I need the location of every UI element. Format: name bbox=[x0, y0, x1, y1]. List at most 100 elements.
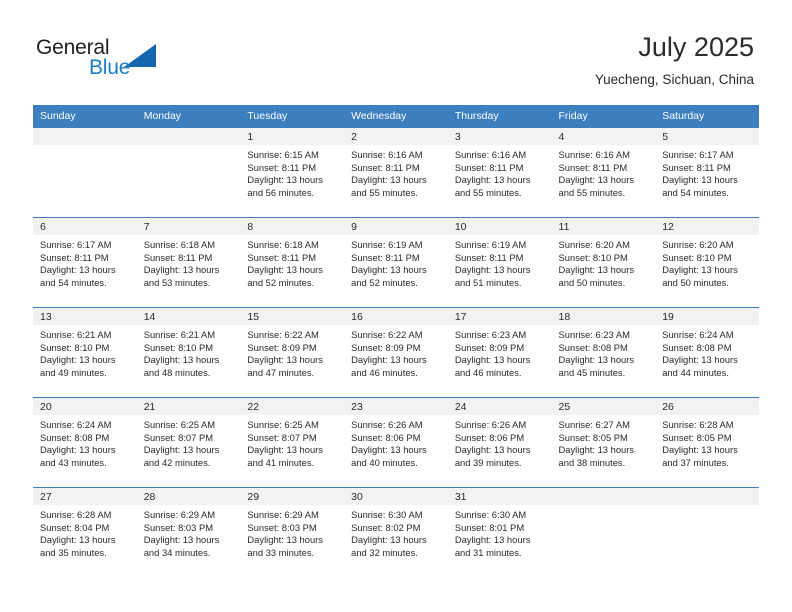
calendar-day-cell[interactable]: 30 Sunrise: 6:30 AM Sunset: 8:02 PM Dayligh… bbox=[344, 487, 448, 578]
daylight-text-line1: Daylight: 13 hours bbox=[247, 354, 323, 366]
sunrise-text: Sunrise: 6:16 AM bbox=[558, 149, 630, 160]
sunset-text: Sunset: 8:11 PM bbox=[351, 161, 420, 173]
day-details: Sunrise: 6:17 AM Sunset: 8:11 PM Daylight:… bbox=[655, 145, 759, 199]
calendar-week-row: 1 Sunrise: 6:15 AM Sunset: 8:11 PM Daylight… bbox=[33, 127, 759, 218]
sunrise-text: Sunrise: 6:20 AM bbox=[662, 239, 734, 250]
calendar-day-cell[interactable]: 5 Sunrise: 6:17 AM Sunset: 8:11 PM Daylight… bbox=[655, 127, 759, 218]
calendar-day-cell[interactable]: 2 Sunrise: 6:16 AM Sunset: 8:11 PM Daylight… bbox=[344, 127, 448, 218]
calendar-page: General Blue July 2025 Yuecheng, Sichuan… bbox=[0, 0, 792, 612]
calendar-day-cell[interactable]: 29 Sunrise: 6:29 AM Sunset: 8:03 PM Dayligh… bbox=[240, 487, 345, 578]
calendar-day-cell[interactable]: 4 Sunrise: 6:16 AM Sunset: 8:11 PM Daylight… bbox=[551, 127, 656, 218]
sunrise-text: Sunrise: 6:30 AM bbox=[351, 509, 423, 520]
sunrise-text: Sunrise: 6:23 AM bbox=[454, 329, 527, 340]
calendar-day-cell[interactable]: 3 Sunrise: 6:16 AM Sunset: 8:11 PM Daylight… bbox=[447, 127, 552, 218]
sunrise-text: Sunrise: 6:28 AM bbox=[662, 419, 734, 430]
day-details: Sunrise: 6:28 AM Sunset: 8:04 PM Daylight:… bbox=[33, 505, 137, 559]
calendar-day-cell[interactable]: 6 Sunrise: 6:17 AM Sunset: 8:11 PM Daylight… bbox=[33, 217, 137, 308]
weekday-header-row: Sunday Monday Tuesday Wednesday Thursday… bbox=[33, 105, 759, 128]
sunset-text: Sunset: 8:11 PM bbox=[247, 251, 317, 263]
calendar-day-cell[interactable]: 16 Sunrise: 6:22 AM Sunset: 8:09 PM Dayligh… bbox=[344, 307, 448, 398]
day-number: 25 bbox=[551, 398, 656, 415]
daylight-text-line2: and 37 minutes. bbox=[662, 456, 729, 468]
calendar-day-cell[interactable]: 8 Sunrise: 6:18 AM Sunset: 8:11 PM Daylight… bbox=[240, 217, 345, 308]
daylight-text-line2: and 51 minutes. bbox=[454, 276, 522, 288]
calendar-day-cell[interactable]: 1 Sunrise: 6:15 AM Sunset: 8:11 PM Daylight… bbox=[240, 127, 345, 218]
calendar-day-cell[interactable]: 13 Sunrise: 6:21 AM Sunset: 8:10 PM Dayligh… bbox=[33, 307, 137, 398]
day-number: 6 bbox=[33, 218, 137, 235]
weekday-header-friday: Friday bbox=[551, 105, 656, 128]
daylight-text-line2: and 33 minutes. bbox=[247, 546, 315, 558]
day-number bbox=[136, 128, 241, 145]
daylight-text-line2: and 43 minutes. bbox=[40, 456, 107, 468]
day-number: 9 bbox=[344, 218, 448, 235]
daylight-text-line1: Daylight: 13 hours bbox=[247, 174, 323, 186]
calendar-day-cell[interactable]: 11 Sunrise: 6:20 AM Sunset: 8:10 PM Dayligh… bbox=[551, 217, 656, 308]
sunrise-text: Sunrise: 6:23 AM bbox=[558, 329, 630, 340]
brand-logo[interactable]: General Blue bbox=[36, 36, 176, 86]
day-number: 12 bbox=[655, 218, 759, 235]
calendar-week-row: 27 Sunrise: 6:28 AM Sunset: 8:04 PM Dayligh… bbox=[33, 487, 759, 578]
sunrise-text: Sunrise: 6:16 AM bbox=[351, 149, 423, 160]
daylight-text-line1: Daylight: 13 hours bbox=[40, 534, 116, 546]
sunrise-text: Sunrise: 6:21 AM bbox=[143, 329, 216, 340]
calendar-day-cell[interactable]: 20 Sunrise: 6:24 AM Sunset: 8:08 PM Dayligh… bbox=[33, 397, 137, 488]
calendar-day-cell[interactable]: 15 Sunrise: 6:22 AM Sunset: 8:09 PM Dayligh… bbox=[240, 307, 345, 398]
daylight-text-line2: and 55 minutes. bbox=[558, 186, 626, 198]
day-number bbox=[551, 488, 656, 505]
day-details: Sunrise: 6:21 AM Sunset: 8:10 PM Daylight:… bbox=[33, 325, 137, 379]
calendar-day-cell[interactable]: 28 Sunrise: 6:29 AM Sunset: 8:03 PM Dayligh… bbox=[136, 487, 241, 578]
calendar-day-cell[interactable]: 24 Sunrise: 6:26 AM Sunset: 8:06 PM Dayligh… bbox=[447, 397, 552, 488]
day-number: 5 bbox=[655, 128, 759, 145]
daylight-text-line2: and 42 minutes. bbox=[143, 456, 211, 468]
calendar-day-cell[interactable]: 21 Sunrise: 6:25 AM Sunset: 8:07 PM Dayligh… bbox=[136, 397, 241, 488]
calendar-day-cell[interactable]: 26 Sunrise: 6:28 AM Sunset: 8:05 PM Dayligh… bbox=[655, 397, 759, 488]
calendar-day-cell[interactable]: 14 Sunrise: 6:21 AM Sunset: 8:10 PM Dayligh… bbox=[136, 307, 241, 398]
calendar-day-cell[interactable]: 7 Sunrise: 6:18 AM Sunset: 8:11 PM Daylight… bbox=[136, 217, 241, 308]
day-number: 31 bbox=[447, 488, 552, 505]
calendar-day-cell[interactable]: 23 Sunrise: 6:26 AM Sunset: 8:06 PM Dayligh… bbox=[344, 397, 448, 488]
sunset-text: Sunset: 8:11 PM bbox=[247, 161, 317, 173]
calendar-day-cell[interactable]: 31 Sunrise: 6:30 AM Sunset: 8:01 PM Dayligh… bbox=[447, 487, 552, 578]
day-number: 22 bbox=[240, 398, 345, 415]
sunrise-text: Sunrise: 6:20 AM bbox=[558, 239, 630, 250]
calendar-day-cell[interactable]: 19 Sunrise: 6:24 AM Sunset: 8:08 PM Dayligh… bbox=[655, 307, 759, 398]
daylight-text-line1: Daylight: 13 hours bbox=[351, 354, 427, 366]
day-number: 11 bbox=[551, 218, 656, 235]
day-number: 13 bbox=[33, 308, 137, 325]
day-number: 29 bbox=[240, 488, 345, 505]
calendar-day-cell[interactable]: 12 Sunrise: 6:20 AM Sunset: 8:10 PM Dayligh… bbox=[655, 217, 759, 308]
day-details: Sunrise: 6:18 AM Sunset: 8:11 PM Daylight:… bbox=[240, 235, 344, 289]
day-details: Sunrise: 6:19 AM Sunset: 8:11 PM Daylight:… bbox=[448, 235, 552, 289]
daylight-text-line1: Daylight: 13 hours bbox=[558, 444, 635, 456]
day-details: Sunrise: 6:16 AM Sunset: 8:11 PM Daylight:… bbox=[552, 145, 656, 199]
day-details: Sunrise: 6:21 AM Sunset: 8:10 PM Daylight:… bbox=[137, 325, 241, 379]
day-number: 21 bbox=[136, 398, 241, 415]
calendar-day-cell[interactable]: 27 Sunrise: 6:28 AM Sunset: 8:04 PM Dayligh… bbox=[33, 487, 137, 578]
calendar-cell-empty bbox=[33, 127, 137, 218]
calendar-day-cell[interactable]: 22 Sunrise: 6:25 AM Sunset: 8:07 PM Dayligh… bbox=[240, 397, 345, 488]
daylight-text-line1: Daylight: 13 hours bbox=[558, 264, 635, 276]
day-number: 16 bbox=[344, 308, 448, 325]
brand-name-blue: Blue bbox=[89, 56, 131, 79]
daylight-text-line2: and 53 minutes. bbox=[143, 276, 211, 288]
sunrise-text: Sunrise: 6:24 AM bbox=[662, 329, 734, 340]
calendar-day-cell[interactable]: 18 Sunrise: 6:23 AM Sunset: 8:08 PM Dayligh… bbox=[551, 307, 656, 398]
sunrise-text: Sunrise: 6:25 AM bbox=[247, 419, 319, 430]
day-number: 2 bbox=[344, 128, 448, 145]
sunset-text: Sunset: 8:10 PM bbox=[662, 251, 732, 263]
calendar-day-cell[interactable]: 25 Sunrise: 6:27 AM Sunset: 8:05 PM Dayligh… bbox=[551, 397, 656, 488]
calendar-day-cell[interactable]: 10 Sunrise: 6:19 AM Sunset: 8:11 PM Dayligh… bbox=[447, 217, 552, 308]
day-details: Sunrise: 6:19 AM Sunset: 8:11 PM Daylight:… bbox=[344, 235, 448, 289]
day-details: Sunrise: 6:16 AM Sunset: 8:11 PM Daylight:… bbox=[448, 145, 552, 199]
day-number: 27 bbox=[33, 488, 137, 505]
day-details: Sunrise: 6:24 AM Sunset: 8:08 PM Daylight:… bbox=[33, 415, 137, 469]
day-details: Sunrise: 6:23 AM Sunset: 8:09 PM Daylight:… bbox=[448, 325, 552, 379]
sunset-text: Sunset: 8:11 PM bbox=[40, 251, 109, 263]
calendar-day-cell[interactable]: 17 Sunrise: 6:23 AM Sunset: 8:09 PM Dayligh… bbox=[447, 307, 552, 398]
calendar-day-cell[interactable]: 9 Sunrise: 6:19 AM Sunset: 8:11 PM Daylight… bbox=[344, 217, 448, 308]
sunrise-text: Sunrise: 6:17 AM bbox=[662, 149, 734, 160]
day-number: 4 bbox=[551, 128, 656, 145]
daylight-text-line2: and 55 minutes. bbox=[351, 186, 418, 198]
calendar-grid: Sunday Monday Tuesday Wednesday Thursday… bbox=[33, 105, 759, 578]
sunrise-text: Sunrise: 6:21 AM bbox=[40, 329, 112, 340]
